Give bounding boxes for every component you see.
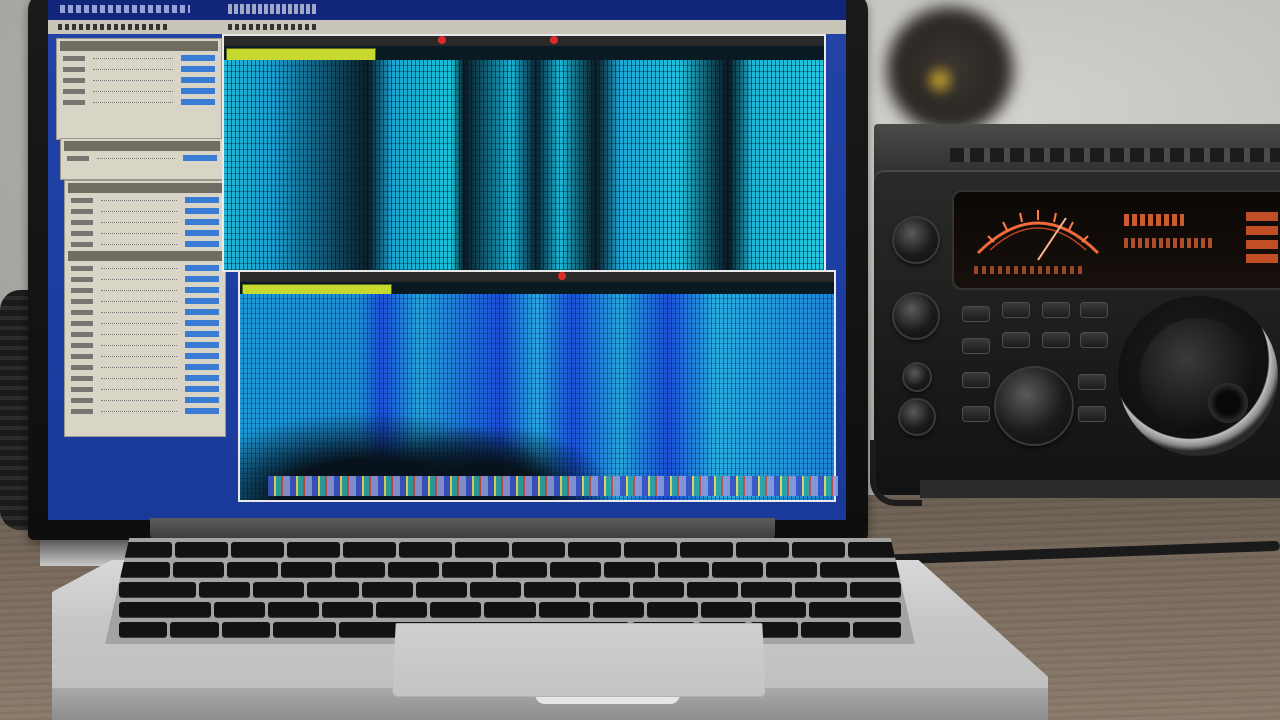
key-row[interactable]	[105, 602, 915, 619]
side-panel-bottom	[64, 180, 226, 437]
radio-button[interactable]	[962, 406, 990, 422]
meter-scale-readout	[974, 266, 1084, 274]
key-row[interactable]	[105, 582, 915, 599]
mode-readout	[1124, 238, 1214, 248]
key-row[interactable]	[105, 542, 915, 559]
marker-icon[interactable]	[550, 36, 558, 44]
signal-meter-icon	[976, 210, 1100, 261]
background-light	[925, 60, 955, 100]
squelch-knob[interactable]	[902, 362, 932, 392]
radio-button[interactable]	[1042, 332, 1070, 348]
spectrum-toolbar	[224, 36, 824, 46]
app-titlebar	[48, 0, 846, 20]
waterfall-bottom[interactable]	[238, 270, 836, 502]
status-indicators	[1246, 212, 1278, 268]
marker-icon[interactable]	[438, 36, 446, 44]
side-panel-top	[56, 38, 222, 140]
radio-button[interactable]	[1078, 374, 1106, 390]
key-row[interactable]	[105, 562, 915, 579]
laptop-screen	[48, 0, 846, 520]
toolbar-readout	[228, 24, 318, 30]
radio-button[interactable]	[1042, 302, 1070, 318]
waterfall-top-signal	[224, 60, 824, 270]
spectrum-toolbar	[240, 272, 834, 282]
radio-button[interactable]	[1080, 302, 1108, 318]
radio-button[interactable]	[962, 372, 990, 388]
trackpad[interactable]	[392, 623, 766, 697]
app-menubar	[48, 20, 846, 34]
radio-button[interactable]	[1002, 332, 1030, 348]
radio-button[interactable]	[962, 338, 990, 354]
taskbar-icons[interactable]	[268, 476, 838, 496]
radio-vent-grill	[950, 148, 1280, 162]
finger-dimple	[1208, 383, 1248, 423]
radio-display	[952, 190, 1280, 290]
marker-icon[interactable]	[558, 272, 566, 280]
laptop-bezel-bottom	[150, 518, 775, 540]
radio-button[interactable]	[962, 306, 990, 322]
frequency-digits	[1124, 214, 1184, 226]
radio-button[interactable]	[1078, 406, 1106, 422]
af-gain-knob[interactable]	[892, 216, 940, 264]
rf-gain-knob[interactable]	[892, 292, 940, 340]
side-panel-middle	[60, 138, 224, 180]
app-title-text	[228, 4, 318, 14]
headphone-jack[interactable]	[898, 398, 936, 436]
multi-function-knob[interactable]	[994, 366, 1074, 446]
waterfall-top[interactable]	[222, 34, 826, 272]
radio-base	[920, 480, 1280, 498]
app-title	[60, 5, 190, 13]
radio-button[interactable]	[1002, 302, 1030, 318]
menu-items[interactable]	[58, 24, 168, 30]
waterfall-bottom-signal	[240, 294, 834, 500]
radio-cable	[870, 440, 922, 506]
radio-button[interactable]	[1080, 332, 1108, 348]
